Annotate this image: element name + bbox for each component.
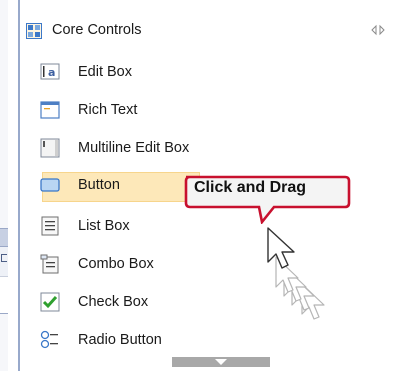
combo-box-icon [40,254,60,277]
left-panel-strip [0,0,8,371]
scroll-down-button[interactable] [172,357,270,367]
palette-item-label: Rich Text [78,102,138,118]
callout-text: Click and Drag [194,179,307,196]
left-panel-tab[interactable] [0,246,8,278]
palette-item-label: Check Box [78,294,149,310]
edit-box-icon: a [40,62,60,85]
selection-highlight [42,172,200,202]
drag-cursor-trail [258,220,368,330]
palette-item-label: List Box [78,218,130,234]
rich-text-icon [40,100,60,123]
click-and-drag-callout: Click and Drag [182,174,352,224]
palette-item-label: Edit Box [78,64,132,80]
radio-button-icon [40,330,60,353]
bracket-icon [1,254,7,262]
palette-item-label: Radio Button [78,332,162,348]
multiline-edit-box-icon [40,138,60,161]
drawer-title: Core Controls [52,22,142,38]
left-panel-tab[interactable] [0,276,8,314]
collapse-icon[interactable] [371,23,385,39]
palette-border [18,0,20,371]
left-panel-tab[interactable] [0,228,8,248]
check-box-icon [40,292,60,315]
chevron-down-icon [215,359,227,365]
palette-item-label: Multiline Edit Box [78,140,190,156]
svg-text:a: a [48,66,55,79]
list-box-icon [40,216,60,239]
drawer-header-core-controls[interactable]: Core Controls [20,18,394,44]
palette-drawer-icon [25,22,43,43]
palette-item-label: Button [78,177,120,193]
button-icon [40,175,60,198]
palette-item-label: Combo Box [78,256,154,272]
